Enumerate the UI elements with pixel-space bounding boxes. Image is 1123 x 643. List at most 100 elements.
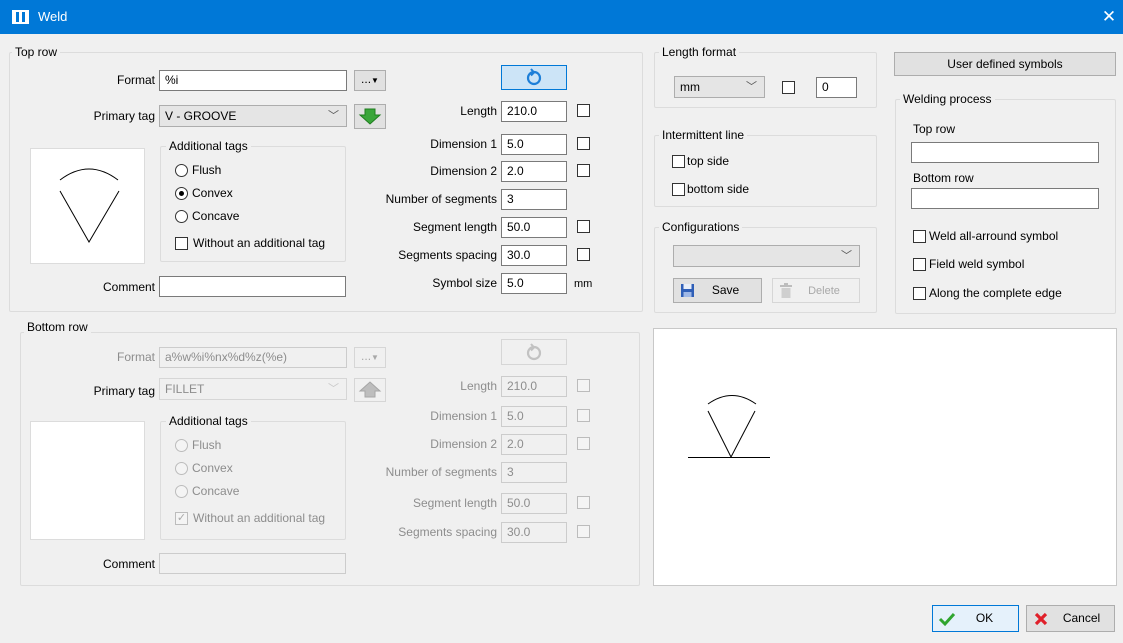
bottom-primary-tag-value: FILLET bbox=[165, 382, 205, 396]
bottom-format-button[interactable]: ...▼ bbox=[354, 347, 386, 368]
top-length-input[interactable]: 210.0 bbox=[501, 101, 567, 122]
top-without-tag-checkbox[interactable] bbox=[175, 237, 188, 250]
weld-all-around-checkbox[interactable] bbox=[913, 230, 926, 243]
bottom-segments-label: Number of segments bbox=[385, 465, 497, 479]
top-additional-tags-title: Additional tags bbox=[166, 139, 251, 153]
bottom-additional-tags-title: Additional tags bbox=[166, 414, 251, 428]
top-length-label: Length bbox=[460, 104, 497, 118]
top-format-button[interactable]: ...▼ bbox=[354, 70, 386, 91]
top-format-input[interactable]: %i bbox=[159, 70, 347, 91]
ok-button[interactable]: OK bbox=[932, 605, 1019, 632]
bottom-segments-spacing-label: Segments spacing bbox=[398, 525, 497, 539]
bottom-without-tag-label: Without an additional tag bbox=[193, 511, 326, 525]
top-dim2-checkbox[interactable] bbox=[577, 164, 590, 177]
save-icon bbox=[681, 284, 694, 297]
bottom-segments-spacing-checkbox[interactable] bbox=[577, 525, 590, 538]
wp-bottom-row-input[interactable] bbox=[911, 188, 1099, 209]
top-dim2-input[interactable]: 2.0 bbox=[501, 161, 567, 182]
bottom-format-button-label: ... bbox=[361, 349, 372, 363]
wp-top-row-input[interactable] bbox=[911, 142, 1099, 163]
top-segment-length-input[interactable]: 50.0 bbox=[501, 217, 567, 238]
bottom-format-input[interactable]: a%w%i%nx%d%z(%e) bbox=[159, 347, 347, 368]
save-config-button[interactable]: Save bbox=[673, 278, 762, 303]
top-concave-radio[interactable] bbox=[175, 210, 188, 223]
top-comment-label: Comment bbox=[102, 280, 155, 294]
bottom-dim1-input[interactable]: 5.0 bbox=[501, 406, 567, 427]
welding-process-title: Welding process bbox=[900, 92, 995, 106]
bottom-segment-length-input[interactable]: 50.0 bbox=[501, 493, 567, 514]
bottom-segments-spacing-input[interactable]: 30.0 bbox=[501, 522, 567, 543]
top-flush-label: Flush bbox=[192, 163, 222, 177]
top-primary-tag-label: Primary tag bbox=[93, 109, 155, 123]
trash-icon bbox=[780, 283, 792, 298]
bottom-dim1-checkbox[interactable] bbox=[577, 409, 590, 422]
bottom-row-title: Bottom row bbox=[24, 320, 91, 334]
bottom-convex-label: Convex bbox=[192, 461, 233, 475]
top-segments-spacing-input[interactable]: 30.0 bbox=[501, 245, 567, 266]
cancel-button[interactable]: Cancel bbox=[1026, 605, 1115, 632]
top-length-checkbox[interactable] bbox=[577, 104, 590, 117]
top-comment-input[interactable] bbox=[159, 276, 346, 297]
top-dim2-label: Dimension 2 bbox=[430, 164, 497, 178]
chevron-down-icon: ﹀ bbox=[841, 250, 852, 262]
length-unit-select[interactable]: mm ﹀ bbox=[674, 76, 765, 98]
field-weld-checkbox[interactable] bbox=[913, 258, 926, 271]
top-primary-tag-select[interactable]: V - GROOVE ﹀ bbox=[159, 105, 347, 127]
bottom-format-label: Format bbox=[116, 350, 155, 364]
top-segments-input[interactable]: 3 bbox=[501, 189, 567, 210]
bottom-dim2-input[interactable]: 2.0 bbox=[501, 434, 567, 455]
refresh-icon bbox=[526, 343, 542, 361]
top-dim1-input[interactable]: 5.0 bbox=[501, 134, 567, 155]
bottom-flush-label: Flush bbox=[192, 438, 222, 452]
window-title: Weld bbox=[38, 9, 68, 24]
top-preview-box bbox=[30, 148, 145, 264]
top-flush-radio[interactable] bbox=[175, 164, 188, 177]
top-symbol-size-input[interactable]: 5.0 bbox=[501, 273, 567, 294]
bottom-length-checkbox[interactable] bbox=[577, 379, 590, 392]
delete-config-button[interactable]: Delete bbox=[772, 278, 860, 303]
top-dim1-label: Dimension 1 bbox=[430, 137, 497, 151]
app-icon bbox=[12, 10, 29, 24]
weld-symbol-icon bbox=[59, 168, 120, 243]
bottom-without-tag-checkbox[interactable]: ✓ bbox=[175, 512, 188, 525]
top-segment-length-checkbox[interactable] bbox=[577, 220, 590, 233]
top-segments-spacing-checkbox[interactable] bbox=[577, 248, 590, 261]
chevron-down-icon: ﹀ bbox=[328, 110, 339, 122]
top-dim1-checkbox[interactable] bbox=[577, 137, 590, 150]
top-format-button-label: ... bbox=[361, 72, 372, 86]
bottom-dim2-checkbox[interactable] bbox=[577, 437, 590, 450]
configurations-title: Configurations bbox=[659, 220, 743, 234]
bottom-convex-radio[interactable] bbox=[175, 462, 188, 475]
bottom-preview-box bbox=[30, 421, 145, 540]
bottom-refresh-button[interactable] bbox=[501, 339, 567, 365]
bottom-dim2-label: Dimension 2 bbox=[430, 437, 497, 451]
configurations-select[interactable]: ﹀ bbox=[673, 245, 860, 267]
top-side-checkbox[interactable] bbox=[672, 155, 685, 168]
bottom-primary-tag-select[interactable]: FILLET ﹀ bbox=[159, 378, 347, 400]
weld-all-around-label: Weld all-arround symbol bbox=[929, 229, 1059, 243]
bottom-length-label: Length bbox=[460, 379, 497, 393]
bottom-segment-length-checkbox[interactable] bbox=[577, 496, 590, 509]
intermittent-line-title: Intermittent line bbox=[659, 128, 748, 142]
bottom-concave-radio[interactable] bbox=[175, 485, 188, 498]
chevron-down-icon: ﹀ bbox=[746, 81, 757, 93]
bottom-comment-input[interactable] bbox=[159, 553, 346, 574]
user-defined-symbols-button[interactable]: User defined symbols bbox=[894, 52, 1116, 76]
length-precision-input[interactable]: 0 bbox=[816, 77, 857, 98]
close-icon[interactable]: ✕ bbox=[1098, 6, 1120, 28]
bottom-primary-tag-label: Primary tag bbox=[93, 384, 155, 398]
bottom-segments-input[interactable]: 3 bbox=[501, 462, 567, 483]
top-format-label: Format bbox=[116, 73, 155, 87]
length-format-checkbox[interactable] bbox=[782, 81, 795, 94]
bottom-length-input[interactable]: 210.0 bbox=[501, 376, 567, 397]
top-convex-radio[interactable] bbox=[175, 187, 188, 200]
top-segments-label: Number of segments bbox=[385, 192, 497, 206]
bottom-side-checkbox[interactable] bbox=[672, 183, 685, 196]
checkmark-icon bbox=[938, 612, 956, 627]
top-refresh-button[interactable] bbox=[501, 65, 567, 90]
chevron-down-icon: ﹀ bbox=[328, 383, 339, 395]
along-edge-checkbox[interactable] bbox=[913, 287, 926, 300]
field-weld-label: Field weld symbol bbox=[929, 257, 1025, 271]
bottom-flush-radio[interactable] bbox=[175, 439, 188, 452]
top-without-tag-label: Without an additional tag bbox=[193, 236, 326, 250]
